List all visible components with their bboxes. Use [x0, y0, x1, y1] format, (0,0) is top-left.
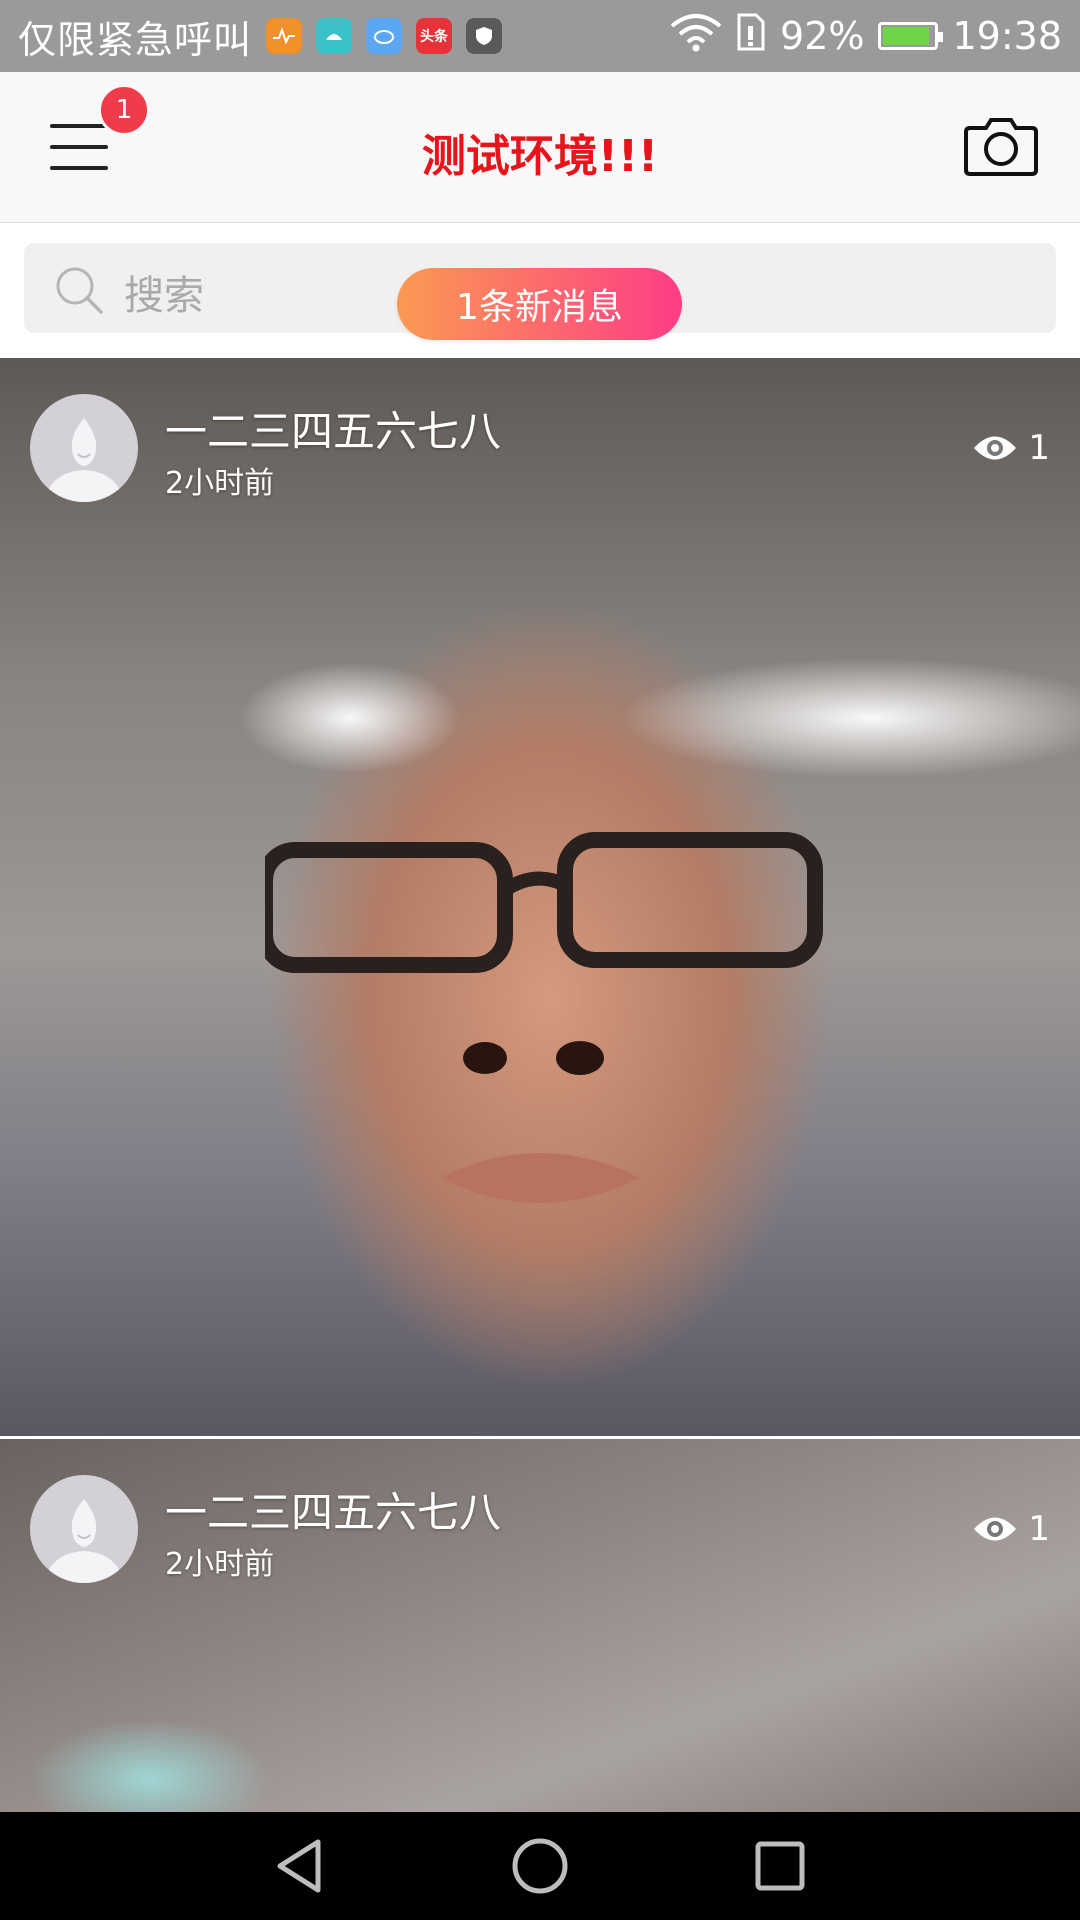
wifi-icon: [670, 12, 722, 61]
sim-icon: [736, 12, 766, 61]
view-count: 1: [972, 1509, 1050, 1549]
camera-button[interactable]: [964, 114, 1038, 176]
post-image: [265, 832, 823, 973]
post-time: 2小时前: [165, 466, 275, 501]
avatar[interactable]: [30, 394, 138, 502]
post-time: 2小时前: [165, 1547, 275, 1582]
view-count: 1: [972, 428, 1050, 468]
carrier-text: 仅限紧急呼叫: [18, 17, 253, 62]
search-section: 搜索 1条新消息: [0, 223, 1080, 358]
camera-icon: [964, 118, 1038, 176]
battery-percent: 92%: [780, 14, 865, 58]
back-button[interactable]: [270, 1836, 330, 1896]
feed: 一二三四五六七八 2小时前 1 一二三四五六七八 2小时前 1: [0, 358, 1080, 1812]
health-app-icon: [266, 18, 303, 54]
avatar[interactable]: [30, 1475, 138, 1583]
clock: 19:38: [952, 14, 1062, 58]
view-count-value: 1: [1028, 428, 1050, 468]
new-message-pill[interactable]: 1条新消息: [397, 268, 682, 340]
back-triangle-icon: [277, 1839, 321, 1893]
shield-app-icon: [466, 18, 503, 54]
home-circle-icon: [512, 1838, 568, 1894]
battery-icon: [878, 22, 944, 50]
home-button[interactable]: [510, 1836, 570, 1896]
eye-icon: [974, 436, 1017, 460]
search-icon: [56, 267, 103, 314]
status-bar-right: 92% 19:38: [670, 12, 1062, 61]
feed-post[interactable]: 一二三四五六七八 2小时前 1: [0, 358, 1080, 1436]
cloud-app-icon: [366, 18, 403, 54]
search-placeholder: 搜索: [124, 273, 204, 319]
post-image-lips: [440, 1153, 640, 1203]
battery-fill: [883, 27, 930, 45]
view-count-value: 1: [1028, 1509, 1050, 1549]
default-avatar-icon: [44, 1499, 124, 1583]
app-header: 1 测试环境!!!: [0, 72, 1080, 223]
android-app-icon: [316, 18, 353, 54]
status-bar: 仅限紧急呼叫 头条 92% 19:38: [0, 0, 1080, 72]
post-image-detail: [463, 1041, 604, 1075]
feed-post[interactable]: 一二三四五六七八 2小时前 1: [0, 1439, 1080, 1812]
recents-square-icon: [755, 1841, 805, 1891]
recents-button[interactable]: [750, 1836, 810, 1896]
default-avatar-icon: [44, 418, 124, 502]
toutiao-app-icon: 头条: [416, 18, 453, 54]
eye-icon: [974, 1517, 1017, 1541]
status-bar-left: 仅限紧急呼叫 头条: [18, 9, 503, 64]
system-navigation-bar: [0, 1812, 1080, 1920]
author-name[interactable]: 一二三四五六七八: [165, 1479, 501, 1540]
author-name[interactable]: 一二三四五六七八: [165, 398, 501, 459]
page-title: 测试环境!!!: [421, 131, 659, 182]
